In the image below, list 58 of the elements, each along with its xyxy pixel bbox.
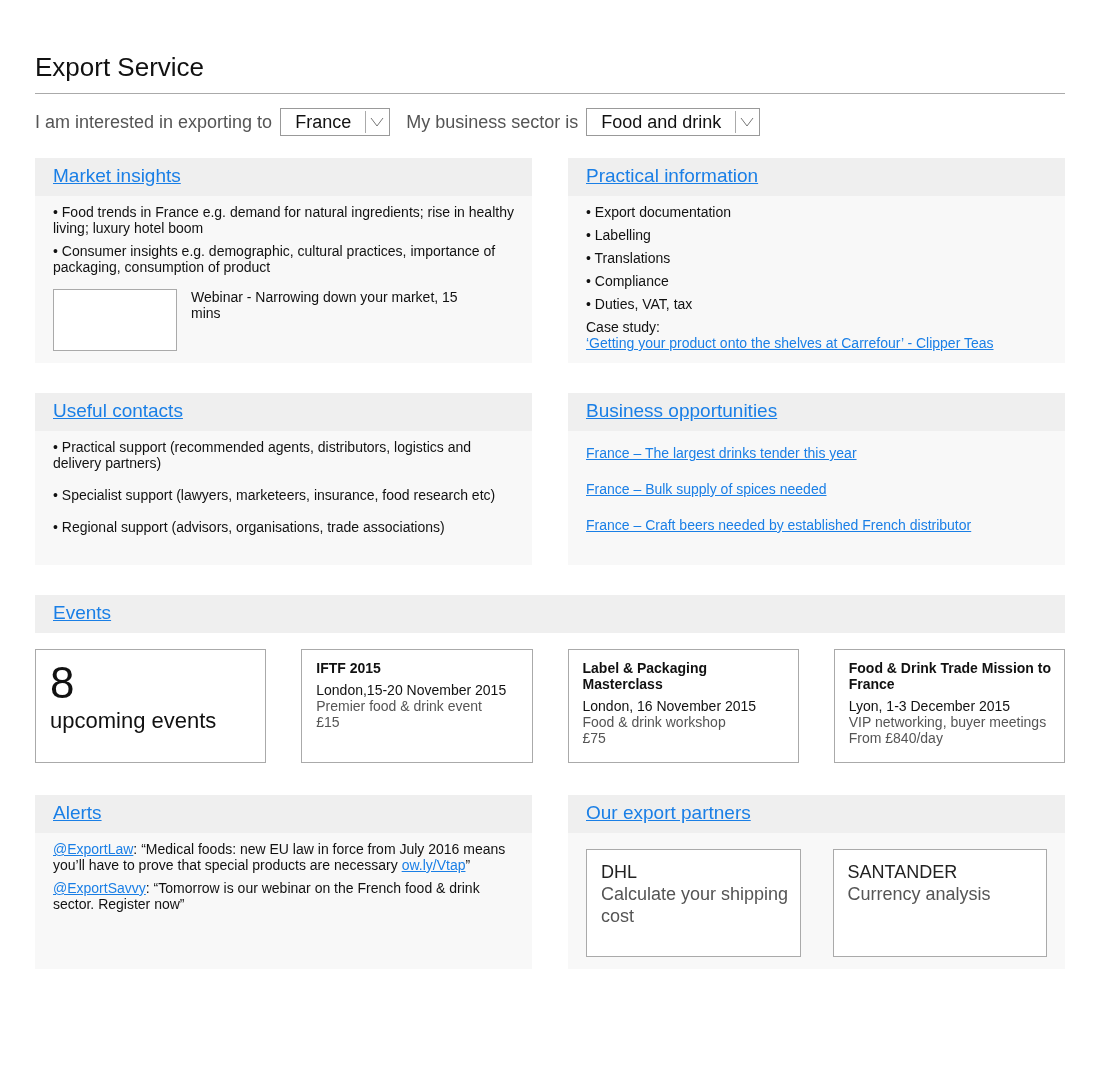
case-study-link[interactable]: ‘Getting your product onto the shelves at Carrefour’ - Clipper Teas bbox=[586, 335, 994, 351]
filter-label: I am interested in exporting to bbox=[35, 111, 273, 133]
section-heading-link[interactable]: Useful contacts bbox=[53, 400, 183, 421]
case-study-label: Case study: bbox=[586, 319, 660, 335]
handle-link[interactable]: @ExportSavvy bbox=[53, 880, 146, 896]
chevron-icon bbox=[740, 117, 755, 127]
bullet-text: • Duties, VAT, tax bbox=[586, 296, 694, 312]
event-count: 8 bbox=[50, 660, 76, 706]
section-heading-link[interactable]: Events bbox=[53, 602, 112, 623]
partner-name: SANTANDER bbox=[847, 862, 959, 883]
partner-card[interactable]: DHL Calculate your shipping cost bbox=[586, 849, 801, 957]
event-price: £75 bbox=[582, 730, 607, 746]
event-card[interactable]: Food & Drink Trade Mission to France Lyon, 1-3 December 2015 VIP networking, buyer meetings From £840/day bbox=[833, 649, 1065, 763]
bullet-text: • Specialist support (lawyers, marketeers, insurance, food research etc) bbox=[53, 487, 497, 503]
webinar-text: Webinar - Narrowing down your market, 15 mins bbox=[191, 289, 459, 323]
event-title: Label & Packaging Masterclass bbox=[582, 660, 708, 692]
event-card[interactable]: Label & Packaging Masterclass London, 16 November 2015 Food & drink workshop £75 bbox=[567, 649, 799, 763]
event-description: Food & drink workshop bbox=[582, 714, 727, 730]
opportunity-link[interactable]: France – Craft beers needed by established French distributor bbox=[586, 517, 972, 533]
dropdown[interactable]: Food and drink bbox=[586, 108, 761, 136]
event-place-date: Lyon, 1-3 December 2015 bbox=[848, 698, 1012, 714]
bullet-text: • Practical support (recommended agents, distributors, logistics and delivery partners) bbox=[53, 439, 473, 471]
opportunity-link[interactable]: France – The largest drinks tender this year bbox=[586, 445, 857, 461]
event-title: Food & Drink Trade Mission to France bbox=[848, 660, 1052, 692]
partner-service: Calculate your shipping cost bbox=[601, 883, 790, 927]
bullet-text: • Translations bbox=[586, 250, 672, 266]
alert-text: @ExportLaw: “Medical foods: new EU law in force from July 2016 means you’ll have to prove that special products are necessary ow.ly/Vtap” bbox=[53, 841, 507, 873]
alert-text: @ExportSavvy: “Tomorrow is our webinar on the French food & drink sector. Register now” bbox=[53, 880, 481, 912]
event-price: £15 bbox=[316, 714, 341, 730]
event-title: IFTF 2015 bbox=[316, 660, 382, 676]
bullet-text: • Regional support (advisors, organisations, trade associations) bbox=[53, 519, 446, 535]
page-title: Export Service bbox=[35, 52, 206, 83]
event-price: From £840/day bbox=[848, 730, 944, 746]
video-placeholder[interactable] bbox=[53, 289, 177, 351]
event-description: Premier food & drink event bbox=[316, 698, 483, 714]
section-heading-link[interactable]: Market insights bbox=[53, 165, 181, 186]
filter-label: My business sector is bbox=[406, 111, 579, 133]
event-count-card[interactable]: 8 upcoming events bbox=[35, 649, 267, 763]
bullet-text: • Export documentation bbox=[586, 204, 732, 220]
partner-card[interactable]: SANTANDER Currency analysis bbox=[832, 849, 1047, 957]
alert-link[interactable]: ow.ly/Vtap bbox=[401, 857, 466, 873]
dropdown[interactable]: France bbox=[280, 108, 391, 136]
event-count-label: upcoming events bbox=[50, 708, 218, 734]
partner-service: Currency analysis bbox=[847, 883, 992, 905]
event-place-date: London, 16 November 2015 bbox=[582, 698, 758, 714]
section-heading-link[interactable]: Our export partners bbox=[586, 802, 751, 823]
section-heading-link[interactable]: Practical information bbox=[586, 165, 759, 186]
partner-name: DHL bbox=[601, 862, 638, 883]
chevron-icon bbox=[370, 117, 385, 127]
bullet-text: • Compliance bbox=[586, 273, 670, 289]
event-place-date: London,15-20 November 2015 bbox=[316, 682, 508, 698]
bullet-text: • Consumer insights e.g. demographic, cultural practices, importance of packaging, consumption of product bbox=[53, 243, 497, 275]
event-description: VIP networking, buyer meetings bbox=[848, 714, 1048, 730]
section-heading-link[interactable]: Alerts bbox=[53, 802, 102, 823]
bullet-text: • Food trends in France e.g. demand for natural ingredients; rise in healthy living; luxury hotel boom bbox=[53, 204, 514, 236]
opportunity-link[interactable]: France – Bulk supply of spices needed bbox=[586, 481, 827, 497]
event-card[interactable]: IFTF 2015 London,15-20 November 2015 Premier food & drink event £15 bbox=[301, 649, 533, 763]
bullet-text: • Labelling bbox=[586, 227, 652, 243]
